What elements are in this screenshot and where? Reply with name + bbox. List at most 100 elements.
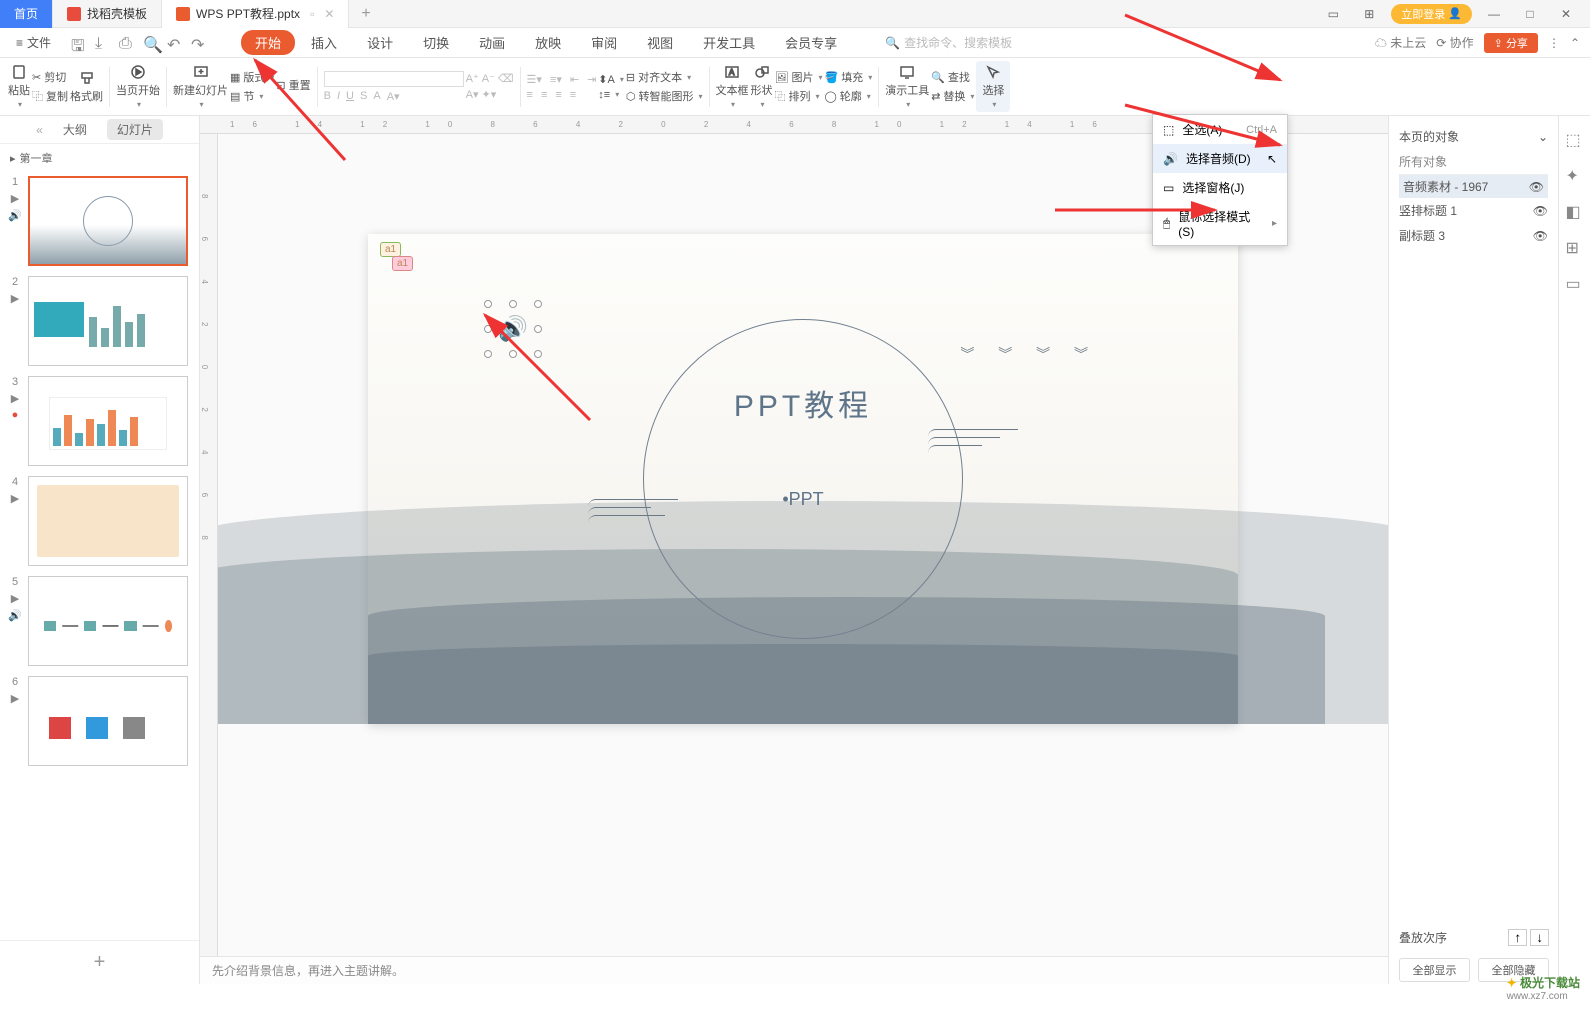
underline-icon[interactable]: U <box>346 90 354 102</box>
print-icon[interactable]: ⎙ <box>119 35 135 51</box>
select-button[interactable]: 选择▾ <box>976 61 1010 112</box>
slide-thumb-5[interactable]: ——— <box>28 576 188 666</box>
clear-format-icon[interactable]: ⌫ <box>498 72 514 85</box>
object-title[interactable]: 竖排标题 1👁 <box>1399 198 1548 223</box>
add-slide-button[interactable]: + <box>0 940 199 984</box>
eye-icon[interactable]: 👁 <box>1529 180 1544 194</box>
slide-thumb-1[interactable] <box>28 176 188 266</box>
select-pane-item[interactable]: ▭ 选择窗格(J) <box>1153 173 1287 202</box>
shape-button[interactable]: 形状▾ <box>751 64 773 109</box>
undo-icon[interactable]: ↶ <box>167 35 183 51</box>
file-menu[interactable]: ≡ 文件 <box>10 34 57 51</box>
textbox-button[interactable]: A 文本框▾ <box>716 64 749 109</box>
picture-button[interactable]: 🖼图片▾ <box>775 69 823 85</box>
strike-icon[interactable]: S <box>360 90 367 102</box>
decrease-font-icon[interactable]: A⁻ <box>482 72 495 85</box>
replace-button[interactable]: ⇄替换▾ <box>931 88 974 104</box>
increase-font-icon[interactable]: A⁺ <box>466 72 479 85</box>
move-up-button[interactable]: ↑ <box>1508 929 1527 946</box>
apps-icon[interactable]: ⊞ <box>1355 4 1383 24</box>
preview-icon[interactable]: 🔍 <box>143 35 159 51</box>
slides-tab[interactable]: 幻灯片 <box>107 119 163 140</box>
maximize-icon[interactable]: □ <box>1516 4 1544 24</box>
menu-transition[interactable]: 切换 <box>409 30 463 55</box>
arrange-button[interactable]: ⿻排列▾ <box>775 88 823 104</box>
section-button[interactable]: ▤节▾ <box>230 88 274 104</box>
close-icon[interactable]: ✕ <box>1552 4 1580 24</box>
audio-object-selected[interactable]: 🔊 <box>488 304 538 354</box>
new-tab-button[interactable]: + <box>349 5 382 23</box>
menu-design[interactable]: 设计 <box>353 30 407 55</box>
chevron-down-icon[interactable]: ⌄ <box>1538 130 1548 144</box>
slide-thumb-2[interactable] <box>28 276 188 366</box>
redo-icon[interactable]: ↷ <box>191 35 207 51</box>
home-tab[interactable]: 首页 <box>0 0 53 28</box>
align-text-button[interactable]: ⊟对齐文本▾ <box>626 69 703 85</box>
menu-start[interactable]: 开始 <box>241 30 295 55</box>
command-search[interactable]: 🔍 查找命令、搜索模板 <box>885 34 1012 51</box>
show-all-button[interactable]: 全部显示 <box>1399 958 1470 982</box>
eye-icon[interactable]: 👁 <box>1533 204 1548 218</box>
share-button[interactable]: ⇪ 分享 <box>1484 33 1538 53</box>
copy-button[interactable]: ⿻复制 <box>32 88 68 104</box>
paste-button[interactable]: 粘贴▾ <box>8 64 30 109</box>
new-slide-button[interactable]: 新建幻灯片▾ <box>173 64 228 109</box>
tab-menu-icon[interactable]: ▫ <box>310 7 314 21</box>
align-right-icon[interactable]: ≡ <box>555 89 561 101</box>
save-icon[interactable]: 🖫 <box>71 35 87 51</box>
slide-thumb-3[interactable] <box>28 376 188 466</box>
slide-canvas[interactable]: a1 a1 ︾ ︾ ︾ ︾ PPT教程 •PPT <box>368 234 1238 724</box>
collapse-icon[interactable]: ⌃ <box>1570 36 1580 50</box>
strip-style-icon[interactable]: ✦ <box>1566 166 1584 184</box>
indent-left-icon[interactable]: ⇤ <box>570 73 579 86</box>
strip-transition-icon[interactable]: ⊞ <box>1566 238 1584 256</box>
outline-tab[interactable]: 大纲 <box>53 119 97 140</box>
chapter-header[interactable]: ▸ 第一章 <box>0 144 199 172</box>
fill-button[interactable]: 🪣填充▾ <box>824 69 872 85</box>
coop-button[interactable]: ⟳ 协作 <box>1436 34 1473 51</box>
bullets-icon[interactable]: ☰▾ <box>527 73 542 86</box>
smartart-button[interactable]: ⬡转智能图形▾ <box>626 88 703 104</box>
cut-button[interactable]: ✂剪切 <box>32 69 68 85</box>
tab-close-icon[interactable]: ✕ <box>324 7 334 21</box>
notes-area[interactable]: 先介绍背景信息，再进入主题讲解。 <box>200 956 1388 984</box>
strip-present-icon[interactable]: ▭ <box>1566 274 1584 292</box>
align-left-icon[interactable]: ≡ <box>527 89 533 101</box>
slide-title[interactable]: PPT教程 <box>734 381 872 425</box>
slide-thumb-4[interactable] <box>28 476 188 566</box>
menu-review[interactable]: 审阅 <box>577 30 631 55</box>
menu-devtools[interactable]: 开发工具 <box>689 30 769 55</box>
object-subtitle[interactable]: 副标题 3👁 <box>1399 223 1548 248</box>
menu-slideshow[interactable]: 放映 <box>521 30 575 55</box>
align-center-icon[interactable]: ≡ <box>541 89 547 101</box>
move-down-button[interactable]: ↓ <box>1530 929 1549 946</box>
text-direction-button[interactable]: ⬍A▾ <box>598 73 624 86</box>
template-tab[interactable]: 找稻壳模板 <box>53 0 162 28</box>
outline-button[interactable]: ◯轮廓▾ <box>824 88 872 104</box>
reset-button[interactable]: ⊡重置 <box>276 77 310 93</box>
font-color-icon[interactable]: A▾ <box>466 88 479 101</box>
menu-view[interactable]: 视图 <box>633 30 687 55</box>
format-painter-button[interactable]: 格式刷 <box>70 70 103 104</box>
strip-anim-icon[interactable]: ◧ <box>1566 202 1584 220</box>
mouse-mode-item[interactable]: 🖱 鼠标选择模式(S) ▸ <box>1153 202 1287 245</box>
minimize-icon[interactable]: — <box>1480 4 1508 24</box>
from-current-button[interactable]: 当页开始▾ <box>116 64 160 109</box>
cloud-status[interactable]: ☁ 未上云 <box>1375 34 1426 51</box>
font-size-icon[interactable]: A <box>373 90 380 102</box>
select-all-item[interactable]: ⬚ 全选(A) Ctrl+A <box>1153 115 1287 144</box>
comment-marker[interactable]: a1 <box>380 242 401 257</box>
grid-icon[interactable]: ▭ <box>1319 4 1347 24</box>
numbering-icon[interactable]: ≡▾ <box>550 73 562 86</box>
menu-member[interactable]: 会员专享 <box>771 30 851 55</box>
highlight-icon[interactable]: A▾ <box>387 90 400 103</box>
login-button[interactable]: 立即登录👤 <box>1391 4 1472 24</box>
font-family[interactable] <box>324 71 464 87</box>
line-spacing-button[interactable]: ↕≡▾ <box>598 89 624 101</box>
italic-icon[interactable]: I <box>337 90 340 102</box>
file-tab[interactable]: WPS PPT教程.pptx ▫ ✕ <box>162 0 349 28</box>
layout-button[interactable]: ▦版式▾ <box>230 69 274 85</box>
indent-right-icon[interactable]: ⇥ <box>587 73 596 86</box>
export-icon[interactable]: ⤓ <box>95 35 111 51</box>
select-audio-item[interactable]: 🔊 选择音频(D) ↖ <box>1153 144 1287 173</box>
